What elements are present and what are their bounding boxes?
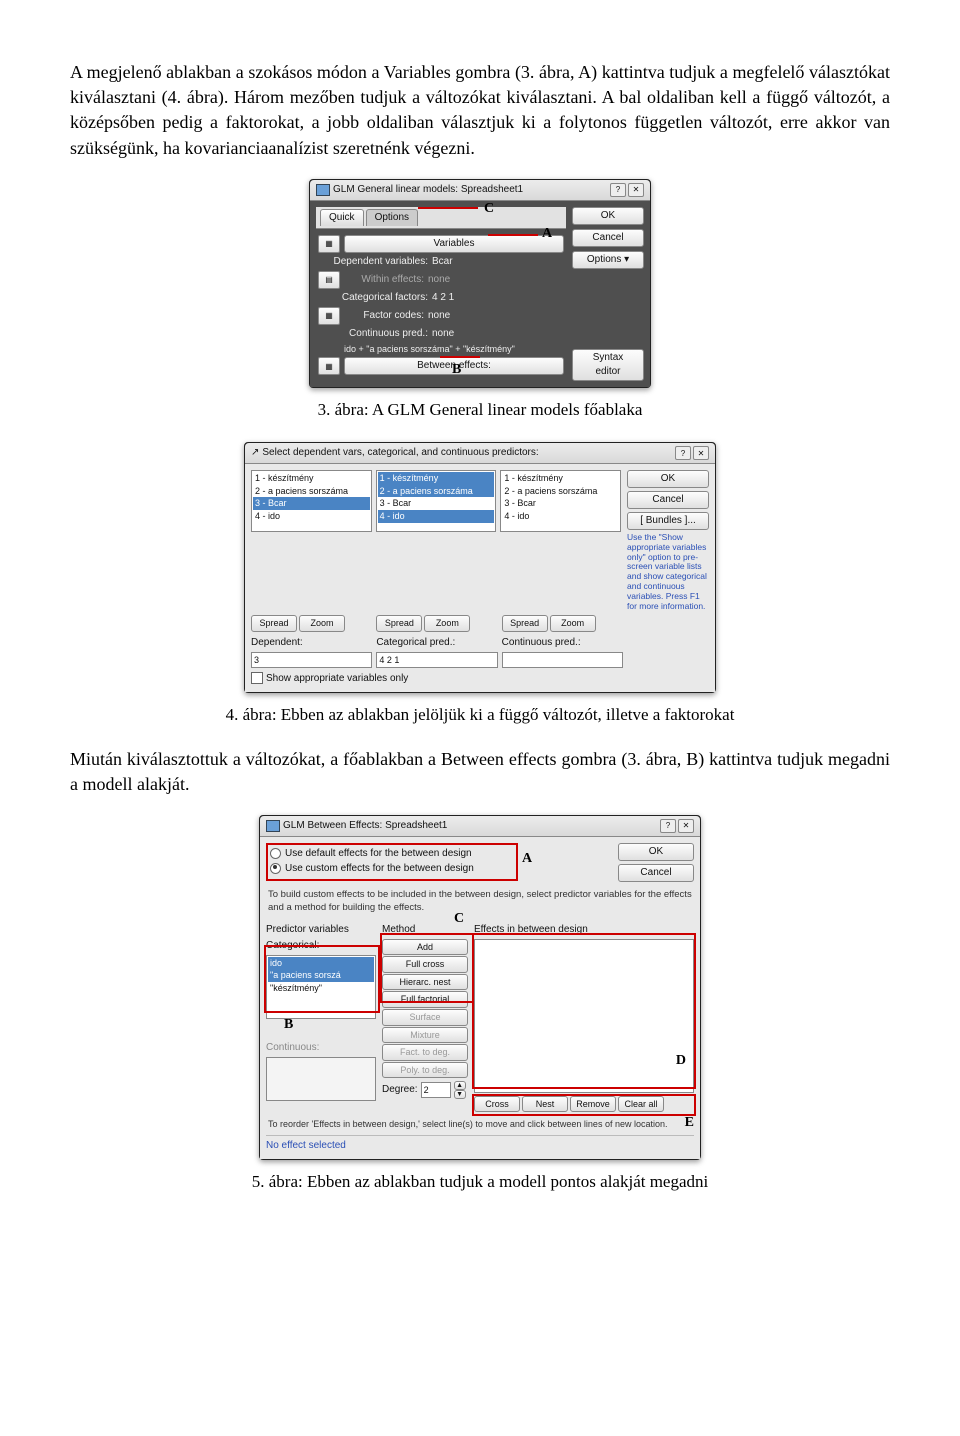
method-full-factorial[interactable]: Full factorial: [382, 991, 468, 1008]
catp-input[interactable]: 4 2 1: [376, 652, 497, 668]
status-text: No effect selected: [266, 1135, 694, 1153]
ok-button[interactable]: OK: [618, 843, 694, 861]
marker-c: C: [454, 909, 464, 929]
variables-button[interactable]: Variables: [344, 235, 564, 253]
figure-3: GLM General linear models: Spreadsheet1 …: [70, 179, 890, 389]
close-icon[interactable]: ✕: [678, 819, 694, 833]
method-hierarc-nest[interactable]: Hierarc. nest: [382, 974, 468, 991]
contp-input[interactable]: [502, 652, 623, 668]
marker-a: A: [522, 849, 532, 869]
syntax-button[interactable]: Syntax editor: [572, 349, 644, 381]
app-icon: [266, 820, 280, 832]
options-button[interactable]: Options ▾: [572, 251, 644, 269]
nest-button[interactable]: Nest: [522, 1096, 568, 1113]
degree-up[interactable]: ▲: [454, 1081, 466, 1090]
method-add[interactable]: Add: [382, 939, 468, 956]
bundles-button[interactable]: [ Bundles ]...: [627, 512, 709, 530]
paragraph-2: Miután kiválasztottuk a változókat, a fő…: [70, 747, 890, 797]
continuous-listbox[interactable]: [266, 1057, 376, 1101]
hint-text: Use the "Show appropriate variables only…: [627, 533, 709, 611]
marker-e: E: [685, 1113, 694, 1133]
dialog4-title: ↗Select dependent vars, categorical, and…: [245, 443, 715, 464]
remove-button[interactable]: Remove: [570, 1096, 616, 1113]
degree-down[interactable]: ▼: [454, 1090, 466, 1099]
cross-button[interactable]: Cross: [474, 1096, 520, 1113]
paragraph-1: A megjelenő ablakban a szokásos módon a …: [70, 60, 890, 161]
degree-input[interactable]: 2: [421, 1082, 451, 1098]
desc-text: To build custom effects to be included i…: [268, 888, 692, 915]
help-icon[interactable]: ?: [675, 446, 691, 460]
cancel-button[interactable]: Cancel: [627, 491, 709, 509]
dep-input[interactable]: 3: [251, 652, 372, 668]
reorder-text: To reorder 'Effects in between design,' …: [268, 1118, 692, 1131]
figure-5: GLM Between Effects: Spreadsheet1 ?✕ Use…: [70, 815, 890, 1160]
marker-d: D: [676, 1051, 686, 1071]
caption-3: 3. ábra: A GLM General linear models főa…: [70, 398, 890, 422]
marker-c: C: [484, 199, 494, 219]
zoom-button[interactable]: Zoom: [299, 615, 345, 632]
cancel-button[interactable]: Cancel: [618, 864, 694, 882]
clearall-button[interactable]: Clear all: [618, 1096, 664, 1113]
vars-icon: ▦: [318, 235, 340, 253]
dep-listbox[interactable]: 1 - készítmény2 - a paciens sorszáma3 - …: [251, 470, 372, 532]
ok-button[interactable]: OK: [572, 207, 644, 225]
method-poly-to-deg-[interactable]: Poly. to deg.: [382, 1062, 468, 1079]
cat-listbox[interactable]: 1 - készítmény2 - a paciens sorszáma3 - …: [376, 470, 497, 532]
between-icon: ▦: [318, 357, 340, 375]
marker-b: B: [452, 360, 461, 380]
marker-b: B: [284, 1015, 293, 1035]
spread-button[interactable]: Spread: [251, 615, 297, 632]
close-icon[interactable]: ✕: [628, 183, 644, 197]
caption-4: 4. ábra: Ebben az ablakban jelöljük ki a…: [70, 703, 890, 727]
dialog5-title: GLM Between Effects: Spreadsheet1 ?✕: [260, 816, 700, 837]
categorical-listbox[interactable]: ido "a paciens sorszá "készítmény": [266, 955, 376, 1019]
marker-a: A: [542, 224, 552, 244]
figure-4: ↗Select dependent vars, categorical, and…: [70, 442, 890, 693]
codes-icon: ▦: [318, 307, 340, 325]
show-vars-checkbox[interactable]: [251, 672, 263, 684]
within-icon: ▤: [318, 271, 340, 289]
method-mixture: Mixture: [382, 1027, 468, 1044]
effects-listbox[interactable]: [474, 939, 694, 1093]
ok-button[interactable]: OK: [627, 470, 709, 488]
tab-quick[interactable]: Quick: [320, 209, 364, 226]
tab-options[interactable]: Options: [366, 209, 418, 226]
method-full-cross[interactable]: Full cross: [382, 956, 468, 973]
cancel-button[interactable]: Cancel: [572, 229, 644, 247]
method-surface: Surface: [382, 1009, 468, 1026]
cont-listbox[interactable]: 1 - készítmény2 - a paciens sorszáma3 - …: [500, 470, 621, 532]
radio-custom[interactable]: [270, 863, 281, 874]
method-fact-to-deg-[interactable]: Fact. to deg.: [382, 1044, 468, 1061]
radio-default[interactable]: [270, 848, 281, 859]
help-icon[interactable]: ?: [610, 183, 626, 197]
close-icon[interactable]: ✕: [693, 446, 709, 460]
dialog3-title: GLM General linear models: Spreadsheet1 …: [310, 180, 650, 201]
caption-5: 5. ábra: Ebben az ablakban tudjuk a mode…: [70, 1170, 890, 1194]
help-icon[interactable]: ?: [660, 819, 676, 833]
